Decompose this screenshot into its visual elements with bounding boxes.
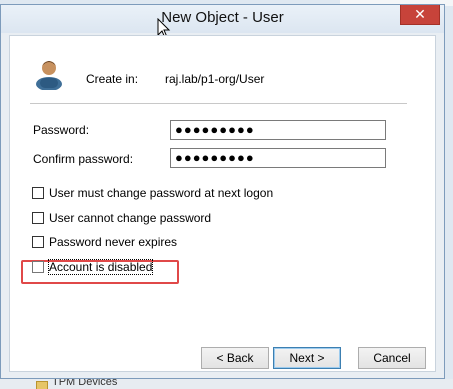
close-button[interactable]: ✕ bbox=[400, 5, 440, 25]
confirm-password-label: Confirm password: bbox=[33, 152, 134, 166]
option-label[interactable]: Account is disabled bbox=[47, 259, 154, 275]
cancel-button[interactable]: Cancel bbox=[358, 347, 426, 369]
create-in-path: raj.lab/p1-org/User bbox=[165, 72, 265, 86]
window-title: New Object - User bbox=[161, 9, 284, 26]
checkbox[interactable] bbox=[32, 236, 44, 248]
option-label[interactable]: User cannot change password bbox=[49, 211, 211, 225]
header-divider bbox=[30, 103, 407, 104]
dialog-content: Create in: raj.lab/p1-org/User Password:… bbox=[9, 35, 436, 372]
background-tree-item: TPM Devices bbox=[52, 379, 118, 388]
close-icon: ✕ bbox=[414, 6, 426, 22]
checkbox[interactable] bbox=[32, 261, 44, 273]
create-in-label: Create in: bbox=[86, 72, 139, 86]
password-label: Password: bbox=[33, 123, 90, 137]
user-icon bbox=[36, 61, 62, 90]
back-button[interactable]: < Back bbox=[201, 347, 269, 369]
background-tree-fragment: TPM Devices bbox=[0, 379, 453, 389]
title-bar[interactable]: New Object - User ✕ bbox=[1, 5, 444, 33]
folder-icon bbox=[36, 381, 48, 389]
option-label[interactable]: Password never expires bbox=[49, 235, 177, 249]
option-label[interactable]: User must change password at next logon bbox=[49, 186, 273, 200]
checkbox[interactable] bbox=[32, 187, 44, 199]
new-object-user-dialog: New Object - User ✕ Create in: raj.lab/p… bbox=[0, 4, 445, 379]
next-button[interactable]: Next > bbox=[273, 347, 341, 369]
password-field[interactable]: ●●●●●●●●● bbox=[170, 120, 386, 140]
confirm-password-field[interactable]: ●●●●●●●●● bbox=[170, 148, 386, 168]
checkbox[interactable] bbox=[32, 212, 44, 224]
